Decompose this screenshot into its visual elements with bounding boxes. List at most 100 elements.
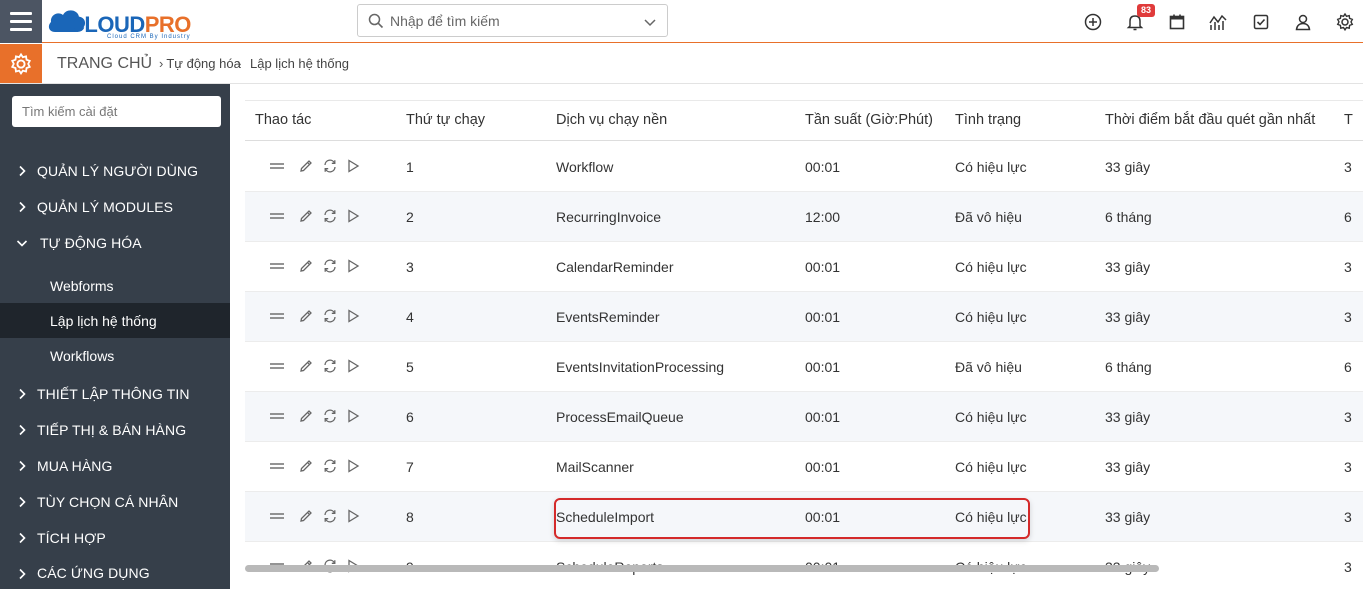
drag-handle-icon[interactable] bbox=[269, 508, 285, 524]
cell-status: Có hiệu lực bbox=[955, 309, 1027, 325]
table-row[interactable]: 6 ProcessEmailQueue 00:01 Có hiệu lực 33 giâ… bbox=[245, 392, 1363, 442]
chevron-right-icon bbox=[19, 201, 26, 213]
column-header-last-scan[interactable]: Thời điểm bắt đầu quét gần nhất bbox=[1105, 112, 1315, 128]
breadcrumb-home[interactable]: TRANG CHỦ bbox=[57, 55, 152, 73]
settings-search-input[interactable] bbox=[12, 96, 221, 127]
user-icon[interactable] bbox=[1293, 12, 1313, 32]
table-row[interactable]: 8 ScheduleImport 00:01 Có hiệu lực 33 giây 3 bbox=[245, 492, 1363, 542]
play-icon[interactable] bbox=[345, 508, 361, 524]
column-header-next[interactable]: T bbox=[1344, 112, 1353, 128]
sidebar-item-purchasing[interactable]: MUA HÀNG bbox=[0, 448, 230, 484]
drag-handle-icon[interactable] bbox=[269, 258, 285, 274]
play-icon[interactable] bbox=[345, 208, 361, 224]
checkbox-icon[interactable] bbox=[1251, 12, 1271, 32]
refresh-icon[interactable] bbox=[322, 208, 338, 224]
plus-circle-icon[interactable] bbox=[1083, 12, 1103, 32]
pencil-icon[interactable] bbox=[298, 358, 314, 374]
cell-status: Có hiệu lực bbox=[955, 159, 1027, 175]
chart-icon[interactable] bbox=[1208, 12, 1228, 32]
column-header-actions[interactable]: Thao tác bbox=[255, 112, 311, 128]
sidebar-subitem-scheduler[interactable]: Lập lịch hệ thống bbox=[0, 303, 230, 338]
table-row[interactable]: 7 MailScanner 00:01 Có hiệu lực 33 giây 3 bbox=[245, 442, 1363, 492]
row-actions bbox=[269, 508, 361, 526]
pencil-icon[interactable] bbox=[298, 258, 314, 274]
drag-handle-icon[interactable] bbox=[269, 158, 285, 174]
page-bottom-edge bbox=[245, 575, 1363, 589]
cell-order: 2 bbox=[406, 209, 414, 225]
cell-last-scan: 33 giây bbox=[1105, 509, 1151, 525]
sidebar-item-info-setup[interactable]: THIẾT LẬP THÔNG TIN bbox=[0, 376, 230, 412]
table-row[interactable]: 3 CalendarReminder 00:01 Có hiệu lực 33 giây… bbox=[245, 242, 1363, 292]
global-search[interactable] bbox=[357, 4, 668, 37]
sidebar-item-marketing-sales[interactable]: TIẾP THỊ & BÁN HÀNG bbox=[0, 412, 230, 448]
refresh-icon[interactable] bbox=[322, 458, 338, 474]
horizontal-scrollbar[interactable] bbox=[245, 565, 1159, 572]
brand-logo[interactable]: CLOUDPRO Cloud CRM By Industry bbox=[47, 4, 207, 40]
settings-gear-button[interactable] bbox=[0, 44, 42, 83]
cell-last-scan: 33 giây bbox=[1105, 459, 1151, 475]
cell-last-scan: 6 tháng bbox=[1105, 209, 1152, 225]
cell-service: ScheduleImport bbox=[556, 509, 655, 525]
calendar-icon[interactable] bbox=[1167, 12, 1187, 32]
sidebar-item-automation[interactable]: TỰ ĐỘNG HÓA bbox=[0, 225, 230, 261]
table-row[interactable]: 1 Workflow 00:01 Có hiệu lực 33 giây 3 bbox=[245, 142, 1363, 192]
play-icon[interactable] bbox=[345, 158, 361, 174]
column-header-frequency[interactable]: Tần suất (Giờ:Phút) bbox=[805, 112, 933, 128]
cell-order: 6 bbox=[406, 409, 414, 425]
play-icon[interactable] bbox=[345, 358, 361, 374]
sidebar-item-apps[interactable]: CÁC ỨNG DỤNG bbox=[0, 556, 230, 589]
sidebar-subitem-webforms[interactable]: Webforms bbox=[0, 268, 230, 303]
table-row[interactable]: 4 EventsReminder 00:01 Có hiệu lực 33 giây 3 bbox=[245, 292, 1363, 342]
play-icon[interactable] bbox=[345, 258, 361, 274]
table-row[interactable]: 2 RecurringInvoice 12:00 Đã vô hiệu 6 tháng 6 bbox=[245, 192, 1363, 242]
table-row[interactable]: 5 EventsInvitationProcessing 00:01 Đã vô hi… bbox=[245, 342, 1363, 392]
drag-handle-icon[interactable] bbox=[269, 408, 285, 424]
pencil-icon[interactable] bbox=[298, 458, 314, 474]
row-actions bbox=[269, 408, 361, 426]
sidebar-subitem-workflows[interactable]: Workflows bbox=[0, 338, 230, 373]
refresh-icon[interactable] bbox=[322, 258, 338, 274]
sidebar-item-label: TỰ ĐỘNG HÓA bbox=[40, 235, 142, 251]
sidebar-item-personal-options[interactable]: TÙY CHỌN CÁ NHÂN bbox=[0, 484, 230, 520]
row-actions bbox=[269, 158, 361, 176]
cell-last-scan: 33 giây bbox=[1105, 309, 1151, 325]
pencil-icon[interactable] bbox=[298, 508, 314, 524]
play-icon[interactable] bbox=[345, 408, 361, 424]
cell-service: EventsInvitationProcessing bbox=[556, 359, 725, 375]
play-icon[interactable] bbox=[345, 458, 361, 474]
gear-icon[interactable] bbox=[1335, 12, 1355, 32]
pencil-icon[interactable] bbox=[298, 408, 314, 424]
column-header-service[interactable]: Dịch vụ chạy nền bbox=[556, 112, 667, 128]
sidebar-item-integration[interactable]: TÍCH HỢP bbox=[0, 520, 230, 556]
search-input[interactable] bbox=[390, 11, 630, 31]
play-icon[interactable] bbox=[345, 308, 361, 324]
refresh-icon[interactable] bbox=[322, 408, 338, 424]
sidebar-item-modules[interactable]: QUẢN LÝ MODULES bbox=[0, 189, 230, 225]
refresh-icon[interactable] bbox=[322, 358, 338, 374]
pencil-icon[interactable] bbox=[298, 158, 314, 174]
drag-handle-icon[interactable] bbox=[269, 308, 285, 324]
breadcrumb-level2[interactable]: Lập lịch hệ thống bbox=[250, 56, 349, 71]
cell-order: 1 bbox=[406, 159, 414, 175]
column-header-order[interactable]: Thứ tự chạy bbox=[406, 112, 485, 128]
refresh-icon[interactable] bbox=[322, 158, 338, 174]
drag-handle-icon[interactable] bbox=[269, 458, 285, 474]
cell-last-scan: 33 giây bbox=[1105, 159, 1151, 175]
sidebar-item-user-management[interactable]: QUẢN LÝ NGƯỜI DÙNG bbox=[0, 153, 230, 189]
cell-next: 3 bbox=[1344, 409, 1352, 425]
drag-handle-icon[interactable] bbox=[269, 358, 285, 374]
refresh-icon[interactable] bbox=[322, 308, 338, 324]
hamburger-menu-button[interactable] bbox=[0, 0, 42, 43]
sidebar-item-label: CÁC ỨNG DỤNG bbox=[37, 565, 150, 581]
chevron-down-icon bbox=[16, 240, 28, 247]
breadcrumb-level1[interactable]: ›Tự động hóa bbox=[159, 56, 240, 71]
pencil-icon[interactable] bbox=[298, 308, 314, 324]
cell-order: 7 bbox=[406, 459, 414, 475]
cell-order: 4 bbox=[406, 309, 414, 325]
cell-service: MailScanner bbox=[556, 459, 634, 475]
drag-handle-icon[interactable] bbox=[269, 208, 285, 224]
pencil-icon[interactable] bbox=[298, 208, 314, 224]
column-header-status[interactable]: Tình trạng bbox=[955, 112, 1021, 128]
chevron-down-icon[interactable] bbox=[643, 15, 657, 29]
refresh-icon[interactable] bbox=[322, 508, 338, 524]
